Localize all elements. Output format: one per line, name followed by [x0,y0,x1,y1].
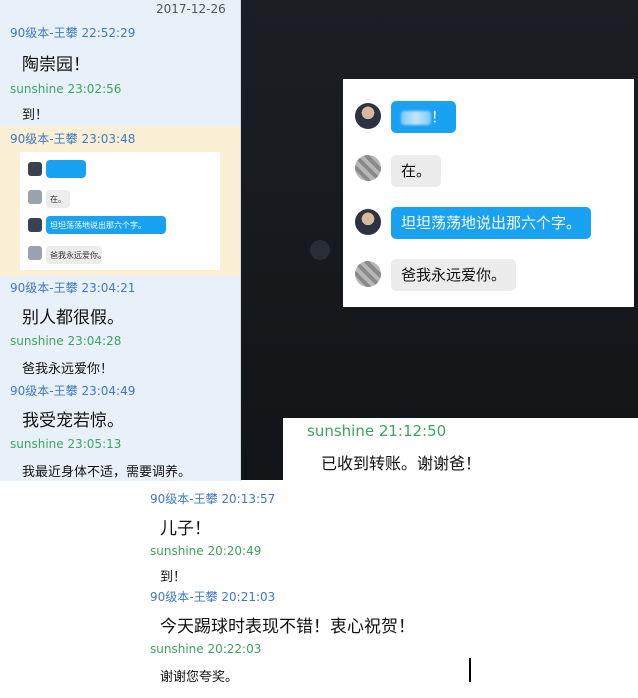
message-time: 23:04:28 [67,334,122,348]
message-text: 已收到转账。谢谢爸！ [321,454,482,473]
sender-name: 90级本-王攀 [10,132,78,146]
message-text: 儿子！ [160,519,211,539]
message-header: 90级本-王攀 23:04:21 [10,279,135,296]
sender-name: 90级本-王攀 [10,281,78,295]
chat-screenshot-card: ！ 在。 坦坦荡荡地说出那六个字。 爸我永远爱你。 [343,79,634,307]
message-time: 23:04:49 [81,384,136,398]
message-time: 22:52:29 [81,26,136,40]
mini-text: 坦坦荡荡地说出那六个字。 [50,221,146,230]
message-text: 爸我永远爱你！ [22,362,114,377]
message-text: 我受宠若惊。 [22,411,124,431]
sender-name: sunshine [10,334,64,348]
message-header: 90级本-王攀 23:04:49 [10,382,135,399]
bubble-text: ！ [431,108,447,126]
message-bubble: ！ [391,101,457,133]
message-header: sunshine 23:02:56 [10,82,121,96]
avatar [28,190,42,204]
left-chat-panel: 2017-12-26 90级本-王攀 22:52:29 陶崇园！ sunshin… [0,0,241,481]
avatar [355,261,381,287]
avatar [28,218,42,232]
avatar [28,246,42,260]
message-text: 今天踢球时表现不错！衷心祝贺！ [160,617,415,637]
mini-text: 在。 [50,195,66,204]
avatar [355,103,381,129]
message-time: 23:05:13 [67,437,122,451]
embedded-screenshot: 在。 坦坦荡荡地说出那六个字。 爸我永远爱你。 [20,152,220,270]
blurred-name [401,110,431,125]
message-bubble: 坦坦荡荡地说出那六个字。 [391,207,592,239]
message-text: 谢谢您夸奖。 [160,670,239,685]
message-header: sunshine 21:12:50 [307,422,447,440]
message-time: 23:04:21 [81,281,136,295]
transfer-chat-panel: sunshine 21:12:50 已收到转账。谢谢爸！ [283,418,638,484]
message-text: 到！ [160,570,187,585]
avatar [28,162,42,176]
chat-date: 2017-12-26 [156,2,226,16]
sender-name: 90级本-王攀 [10,384,78,398]
avatar [355,209,381,235]
message-text: 到！ [22,108,49,123]
mini-bubble [46,160,86,178]
avatar [355,155,381,181]
message-text: 我最近身体不适，需要调养。 [22,465,192,480]
mini-text: 爸我永远爱你。 [50,251,106,260]
message-time: 23:03:48 [81,132,136,146]
message-header: 90级本-王攀 20:13:57 [150,492,276,506]
text-cursor [469,658,471,682]
message-text: 陶崇园！ [22,55,90,75]
message-header: sunshine 23:05:13 [10,437,121,451]
message-header: 90级本-王攀 23:03:48 [10,130,135,147]
message-header: 90级本-王攀 20:21:03 [150,590,276,604]
sender-name: sunshine [10,82,64,96]
sender-name: 90级本-王攀 [10,26,78,40]
message-header: sunshine 20:22:03 [150,642,262,656]
message-time: 23:02:56 [67,82,122,96]
message-header: 90级本-王攀 22:52:29 [10,24,135,41]
message-header: sunshine 20:20:49 [150,544,262,558]
message-bubble: 在。 [391,155,442,187]
message-header: sunshine 23:04:28 [10,334,121,348]
sender-name: sunshine [10,437,64,451]
message-bubble: 爸我永远爱你。 [391,259,517,291]
bottom-chat-panel: 90级本-王攀 20:13:57 儿子！ sunshine 20:20:49 到… [140,484,536,698]
message-text: 别人都很假。 [22,308,124,328]
background-search-icon [310,240,330,260]
